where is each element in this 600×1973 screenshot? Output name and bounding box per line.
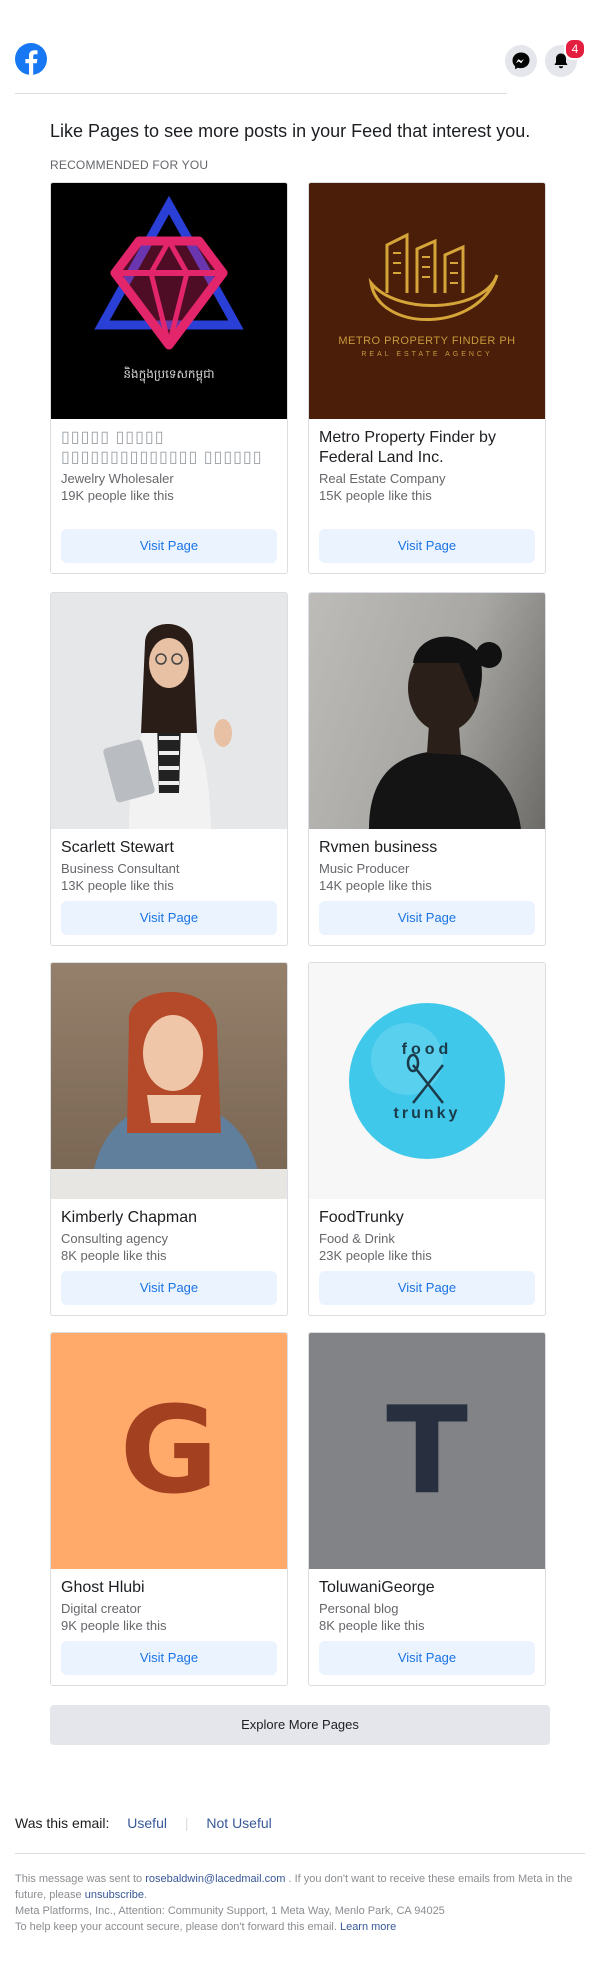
page-category: Personal blog [319, 1601, 399, 1616]
recipient-email-link[interactable]: rosebaldwin@lacedmail.com [145, 1873, 285, 1885]
avatar-initial: T [386, 1381, 468, 1521]
page-image-jewelry-logo[interactable]: និងក្នុងប្រទេសកម្ពុជា [51, 183, 287, 419]
email-header: 4 [0, 0, 600, 95]
learn-more-link[interactable]: Learn more [340, 1921, 396, 1933]
page-name[interactable]: Rvmen business [319, 838, 535, 858]
notification-count-badge: 4 [564, 38, 586, 60]
page-category: Jewelry Wholesaler [61, 471, 174, 486]
page-category: Consulting agency [61, 1231, 168, 1246]
header-divider [15, 93, 507, 94]
page-likes: 13K people like this [61, 878, 174, 893]
footer-security-text: To help keep your account secure, please… [15, 1921, 337, 1933]
useful-link[interactable]: Useful [127, 1815, 167, 1831]
feedback-question: Was this email: [15, 1815, 110, 1831]
page-likes: 8K people like this [319, 1618, 425, 1633]
page-likes: 9K people like this [61, 1618, 167, 1633]
page-name[interactable]: Kimberly Chapman [61, 1208, 277, 1228]
visit-page-button[interactable]: Visit Page [61, 1641, 277, 1675]
logo-title: METRO PROPERTY FINDER PH [338, 335, 516, 347]
page-image-profile-photo[interactable] [309, 593, 545, 829]
visit-page-button[interactable]: Visit Page [61, 1271, 277, 1305]
page-image-initial-avatar[interactable]: G [51, 1333, 287, 1569]
footer-sent-to-text: This message was sent to [15, 1873, 143, 1885]
logo-word-trunky: trunky [393, 1105, 461, 1122]
footer-period: . [144, 1889, 148, 1901]
page-card: Rvmen business Music Producer 14K people… [308, 592, 546, 946]
page-card: T ToluwaniGeorge Personal blog 8K people… [308, 1332, 546, 1686]
page-name[interactable]: ▯▯▯▯▯ ▯▯▯▯▯ ▯▯▯▯▯▯▯▯▯▯▯▯▯▯ ▯▯▯▯▯▯ [61, 428, 277, 468]
visit-page-button[interactable]: Visit Page [61, 901, 277, 935]
page-image-initial-avatar[interactable]: T [309, 1333, 545, 1569]
logo-word-food: food [401, 1041, 453, 1058]
page-name[interactable]: Scarlett Stewart [61, 838, 277, 858]
avatar-initial: G [119, 1381, 219, 1521]
page-name[interactable]: FoodTrunky [319, 1208, 535, 1228]
buildings-logo-icon [368, 232, 499, 322]
page-category: Digital creator [61, 1601, 142, 1616]
logo-subtitle: REAL ESTATE AGENCY [361, 351, 493, 358]
page-image-profile-photo[interactable] [51, 963, 287, 1199]
unsubscribe-link[interactable]: unsubscribe [85, 1889, 144, 1901]
visit-page-button[interactable]: Visit Page [319, 1641, 535, 1675]
image-caption: និងក្នុងប្រទេសកម្ពុជា [123, 367, 215, 381]
page-likes: 19K people like this [61, 488, 174, 503]
page-card: METRO PROPERTY FINDER PH REAL ESTATE AGE… [308, 182, 546, 574]
page-card: G Ghost Hlubi Digital creator 9K people … [50, 1332, 288, 1686]
page-likes: 14K people like this [319, 878, 432, 893]
page-card: Kimberly Chapman Consulting agency 8K pe… [50, 962, 288, 1316]
page-likes: 15K people like this [319, 488, 432, 503]
page-category: Food & Drink [319, 1231, 395, 1246]
page-image-profile-photo[interactable] [51, 593, 287, 829]
page-card: Scarlett Stewart Business Consultant 13K… [50, 592, 288, 946]
page-card: និងក្នុងប្រទេសកម្ពុជា ▯▯▯▯▯ ▯▯▯▯▯ ▯▯▯▯▯▯… [50, 182, 288, 574]
page-category: Real Estate Company [319, 471, 446, 486]
visit-page-button[interactable]: Visit Page [319, 529, 535, 563]
page-name[interactable]: Ghost Hlubi [61, 1578, 277, 1598]
visit-page-button[interactable]: Visit Page [319, 1271, 535, 1305]
page-likes: 8K people like this [61, 1248, 167, 1263]
footer-address: Meta Platforms, Inc., Attention: Communi… [15, 1905, 445, 1917]
page-name[interactable]: ToluwaniGeorge [319, 1578, 535, 1598]
page-image-metro-property-logo[interactable]: METRO PROPERTY FINDER PH REAL ESTATE AGE… [309, 183, 545, 419]
woman-portrait-image [51, 963, 287, 1199]
food-logo-icon [349, 1003, 505, 1159]
email-footer: This message was sent to rosebaldwin@lac… [15, 1871, 585, 1935]
footer-divider [15, 1853, 585, 1854]
facebook-logo-icon[interactable] [15, 43, 47, 75]
feedback-separator: | [184, 1815, 189, 1831]
notifications-bell-icon[interactable]: 4 [545, 38, 586, 77]
intro-text: Like Pages to see more posts in your Fee… [50, 121, 531, 141]
visit-page-button[interactable]: Visit Page [319, 901, 535, 935]
visit-page-button[interactable]: Visit Page [61, 529, 277, 563]
section-label: RECOMMENDED FOR YOU [50, 158, 209, 172]
page-image-foodtrunky-logo[interactable]: food trunky [309, 963, 545, 1199]
page-card: food trunky FoodTrunky Food & Drink 23K … [308, 962, 546, 1316]
explore-more-pages-button[interactable]: Explore More Pages [50, 1705, 550, 1745]
man-silhouette-image [369, 636, 521, 829]
page-name[interactable]: Metro Property Finder by Federal Land In… [319, 428, 535, 468]
page-category: Business Consultant [61, 861, 180, 876]
messenger-icon[interactable] [505, 45, 537, 77]
page-likes: 23K people like this [319, 1248, 432, 1263]
email-feedback: Was this email: Useful | Not Useful [15, 1815, 272, 1831]
not-useful-link[interactable]: Not Useful [206, 1815, 271, 1831]
page-category: Music Producer [319, 861, 410, 876]
woman-portrait-image [103, 623, 232, 829]
